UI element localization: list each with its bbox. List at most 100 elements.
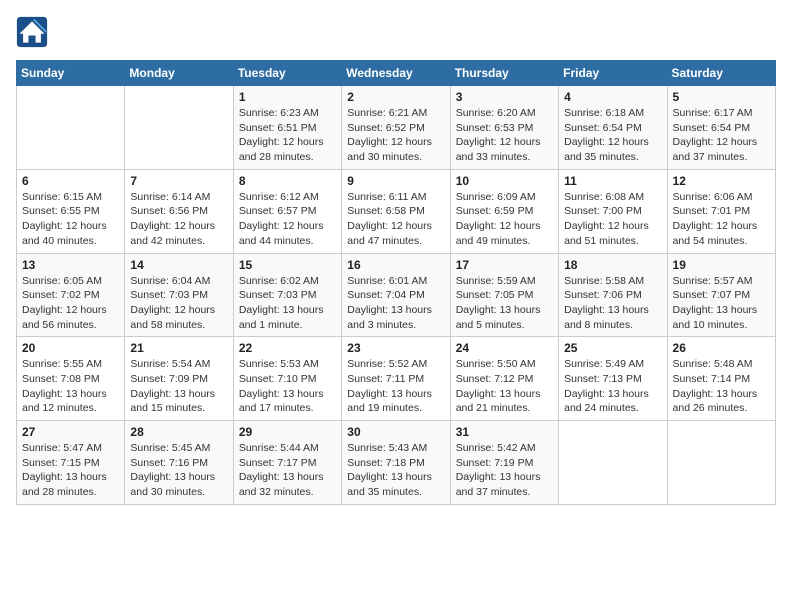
day-number: 11	[564, 174, 661, 188]
day-info: Sunrise: 5:50 AM Sunset: 7:12 PM Dayligh…	[456, 357, 553, 416]
calendar-week-row: 20Sunrise: 5:55 AM Sunset: 7:08 PM Dayli…	[17, 337, 776, 421]
calendar-cell: 1 Sunrise: 6:23 AM Sunset: 6:51 PM Daylig…	[233, 86, 341, 170]
calendar-cell: 21 Sunrise: 5:54 AM Sunset: 7:09 PM Dayli…	[125, 337, 233, 421]
calendar-cell: 27 Sunrise: 5:47 AM Sunset: 7:15 PM Dayli…	[17, 421, 125, 505]
day-number: 9	[347, 174, 444, 188]
calendar-cell: 25 Sunrise: 5:49 AM Sunset: 7:13 PM Dayli…	[559, 337, 667, 421]
day-number: 7	[130, 174, 227, 188]
calendar-cell: 9 Sunrise: 6:11 AM Sunset: 6:58 PM Daylig…	[342, 169, 450, 253]
day-info: Sunrise: 6:11 AM Sunset: 6:58 PM Dayligh…	[347, 190, 444, 249]
calendar-cell: 26 Sunrise: 5:48 AM Sunset: 7:14 PM Dayli…	[667, 337, 775, 421]
calendar-cell: 11Sunrise: 6:08 AM Sunset: 7:00 PM Dayli…	[559, 169, 667, 253]
day-info: Sunrise: 5:59 AM Sunset: 7:05 PM Dayligh…	[456, 274, 553, 333]
calendar-cell: 12 Sunrise: 6:06 AM Sunset: 7:01 PM Dayli…	[667, 169, 775, 253]
calendar-week-row: 13 Sunrise: 6:05 AM Sunset: 7:02 PM Dayli…	[17, 253, 776, 337]
calendar-cell: 13 Sunrise: 6:05 AM Sunset: 7:02 PM Dayli…	[17, 253, 125, 337]
calendar-week-row: 27 Sunrise: 5:47 AM Sunset: 7:15 PM Dayli…	[17, 421, 776, 505]
calendar-cell: 18Sunrise: 5:58 AM Sunset: 7:06 PM Dayli…	[559, 253, 667, 337]
day-number: 19	[673, 258, 770, 272]
calendar-header-row: SundayMondayTuesdayWednesdayThursdayFrid…	[17, 61, 776, 86]
day-info: Sunrise: 5:43 AM Sunset: 7:18 PM Dayligh…	[347, 441, 444, 500]
calendar-cell: 7 Sunrise: 6:14 AM Sunset: 6:56 PM Daylig…	[125, 169, 233, 253]
calendar-cell: 3Sunrise: 6:20 AM Sunset: 6:53 PM Daylig…	[450, 86, 558, 170]
calendar-cell: 17 Sunrise: 5:59 AM Sunset: 7:05 PM Dayli…	[450, 253, 558, 337]
day-info: Sunrise: 5:48 AM Sunset: 7:14 PM Dayligh…	[673, 357, 770, 416]
col-header-monday: Monday	[125, 61, 233, 86]
day-number: 6	[22, 174, 119, 188]
day-info: Sunrise: 6:09 AM Sunset: 6:59 PM Dayligh…	[456, 190, 553, 249]
day-number: 21	[130, 341, 227, 355]
logo-icon	[16, 16, 48, 48]
day-number: 5	[673, 90, 770, 104]
calendar-cell: 20Sunrise: 5:55 AM Sunset: 7:08 PM Dayli…	[17, 337, 125, 421]
day-info: Sunrise: 5:49 AM Sunset: 7:13 PM Dayligh…	[564, 357, 661, 416]
day-info: Sunrise: 6:02 AM Sunset: 7:03 PM Dayligh…	[239, 274, 336, 333]
day-info: Sunrise: 5:45 AM Sunset: 7:16 PM Dayligh…	[130, 441, 227, 500]
day-info: Sunrise: 5:47 AM Sunset: 7:15 PM Dayligh…	[22, 441, 119, 500]
calendar-cell: 14Sunrise: 6:04 AM Sunset: 7:03 PM Dayli…	[125, 253, 233, 337]
calendar-cell: 10 Sunrise: 6:09 AM Sunset: 6:59 PM Dayli…	[450, 169, 558, 253]
day-number: 17	[456, 258, 553, 272]
day-number: 2	[347, 90, 444, 104]
day-info: Sunrise: 5:42 AM Sunset: 7:19 PM Dayligh…	[456, 441, 553, 500]
day-info: Sunrise: 6:14 AM Sunset: 6:56 PM Dayligh…	[130, 190, 227, 249]
calendar-cell: 28 Sunrise: 5:45 AM Sunset: 7:16 PM Dayli…	[125, 421, 233, 505]
calendar-cell: 30 Sunrise: 5:43 AM Sunset: 7:18 PM Dayli…	[342, 421, 450, 505]
day-info: Sunrise: 6:17 AM Sunset: 6:54 PM Dayligh…	[673, 106, 770, 165]
day-number: 10	[456, 174, 553, 188]
day-info: Sunrise: 6:21 AM Sunset: 6:52 PM Dayligh…	[347, 106, 444, 165]
calendar-cell: 23Sunrise: 5:52 AM Sunset: 7:11 PM Dayli…	[342, 337, 450, 421]
day-number: 15	[239, 258, 336, 272]
day-number: 4	[564, 90, 661, 104]
calendar-cell	[17, 86, 125, 170]
day-info: Sunrise: 6:06 AM Sunset: 7:01 PM Dayligh…	[673, 190, 770, 249]
day-info: Sunrise: 5:53 AM Sunset: 7:10 PM Dayligh…	[239, 357, 336, 416]
day-number: 25	[564, 341, 661, 355]
day-number: 28	[130, 425, 227, 439]
day-number: 22	[239, 341, 336, 355]
day-info: Sunrise: 6:01 AM Sunset: 7:04 PM Dayligh…	[347, 274, 444, 333]
day-number: 29	[239, 425, 336, 439]
day-number: 16	[347, 258, 444, 272]
day-number: 18	[564, 258, 661, 272]
day-info: Sunrise: 5:52 AM Sunset: 7:11 PM Dayligh…	[347, 357, 444, 416]
day-info: Sunrise: 6:23 AM Sunset: 6:51 PM Dayligh…	[239, 106, 336, 165]
day-info: Sunrise: 5:54 AM Sunset: 7:09 PM Dayligh…	[130, 357, 227, 416]
calendar-week-row: 6 Sunrise: 6:15 AM Sunset: 6:55 PM Daylig…	[17, 169, 776, 253]
day-info: Sunrise: 6:20 AM Sunset: 6:53 PM Dayligh…	[456, 106, 553, 165]
calendar-cell: 5 Sunrise: 6:17 AM Sunset: 6:54 PM Daylig…	[667, 86, 775, 170]
calendar-cell: 29Sunrise: 5:44 AM Sunset: 7:17 PM Dayli…	[233, 421, 341, 505]
day-info: Sunrise: 6:15 AM Sunset: 6:55 PM Dayligh…	[22, 190, 119, 249]
calendar-cell: 31 Sunrise: 5:42 AM Sunset: 7:19 PM Dayli…	[450, 421, 558, 505]
day-info: Sunrise: 6:12 AM Sunset: 6:57 PM Dayligh…	[239, 190, 336, 249]
calendar-cell: 2 Sunrise: 6:21 AM Sunset: 6:52 PM Daylig…	[342, 86, 450, 170]
day-number: 14	[130, 258, 227, 272]
day-number: 26	[673, 341, 770, 355]
calendar-cell: 24 Sunrise: 5:50 AM Sunset: 7:12 PM Dayli…	[450, 337, 558, 421]
calendar-cell	[667, 421, 775, 505]
col-header-wednesday: Wednesday	[342, 61, 450, 86]
day-info: Sunrise: 6:05 AM Sunset: 7:02 PM Dayligh…	[22, 274, 119, 333]
day-number: 31	[456, 425, 553, 439]
day-number: 1	[239, 90, 336, 104]
calendar-week-row: 1 Sunrise: 6:23 AM Sunset: 6:51 PM Daylig…	[17, 86, 776, 170]
col-header-saturday: Saturday	[667, 61, 775, 86]
day-number: 13	[22, 258, 119, 272]
col-header-sunday: Sunday	[17, 61, 125, 86]
col-header-tuesday: Tuesday	[233, 61, 341, 86]
day-info: Sunrise: 5:57 AM Sunset: 7:07 PM Dayligh…	[673, 274, 770, 333]
page-header	[16, 16, 776, 48]
calendar-cell: 15 Sunrise: 6:02 AM Sunset: 7:03 PM Dayli…	[233, 253, 341, 337]
day-number: 12	[673, 174, 770, 188]
day-number: 24	[456, 341, 553, 355]
day-info: Sunrise: 6:18 AM Sunset: 6:54 PM Dayligh…	[564, 106, 661, 165]
day-number: 20	[22, 341, 119, 355]
day-number: 30	[347, 425, 444, 439]
col-header-thursday: Thursday	[450, 61, 558, 86]
calendar-cell	[559, 421, 667, 505]
day-number: 27	[22, 425, 119, 439]
calendar-cell: 4 Sunrise: 6:18 AM Sunset: 6:54 PM Daylig…	[559, 86, 667, 170]
calendar-table: SundayMondayTuesdayWednesdayThursdayFrid…	[16, 60, 776, 505]
logo	[16, 16, 52, 48]
calendar-cell: 16 Sunrise: 6:01 AM Sunset: 7:04 PM Dayli…	[342, 253, 450, 337]
